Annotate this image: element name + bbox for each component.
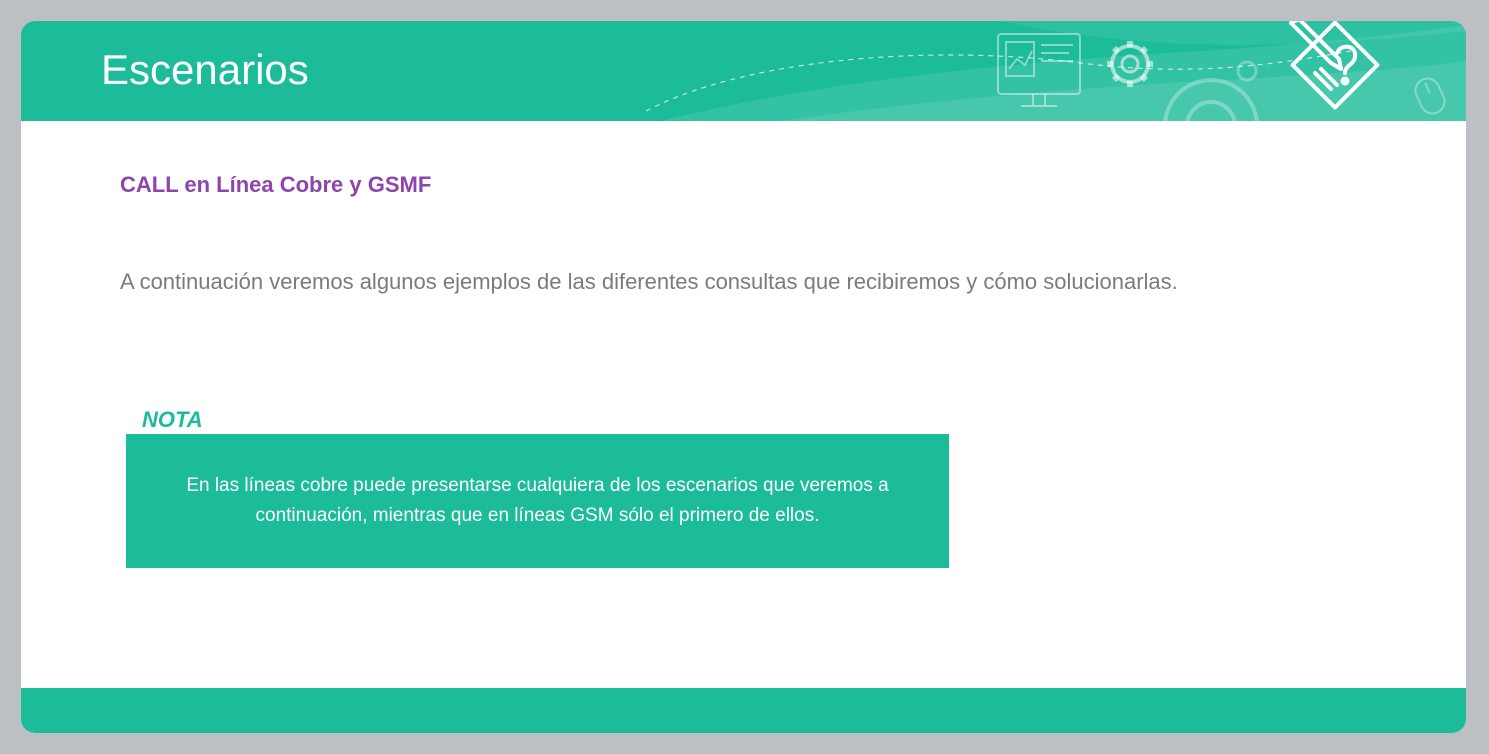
intro-paragraph: A continuación veremos algunos ejemplos … — [120, 269, 1178, 294]
note-label: NOTA — [142, 407, 203, 432]
section-subtitle: CALL en Línea Cobre y GSMF — [120, 172, 432, 197]
note-box: En las líneas cobre puede presentarse cu… — [126, 434, 949, 568]
note-text: En las líneas cobre puede presentarse cu… — [186, 475, 889, 526]
slide-header: Escenarios — [21, 21, 1466, 121]
slide-title: Escenarios — [101, 46, 309, 93]
slide: Escenarios CALL en Línea Cobre y GSMF A … — [21, 21, 1466, 733]
pencil-question-icon — [1289, 21, 1380, 110]
slide-footer-bar — [21, 688, 1466, 733]
